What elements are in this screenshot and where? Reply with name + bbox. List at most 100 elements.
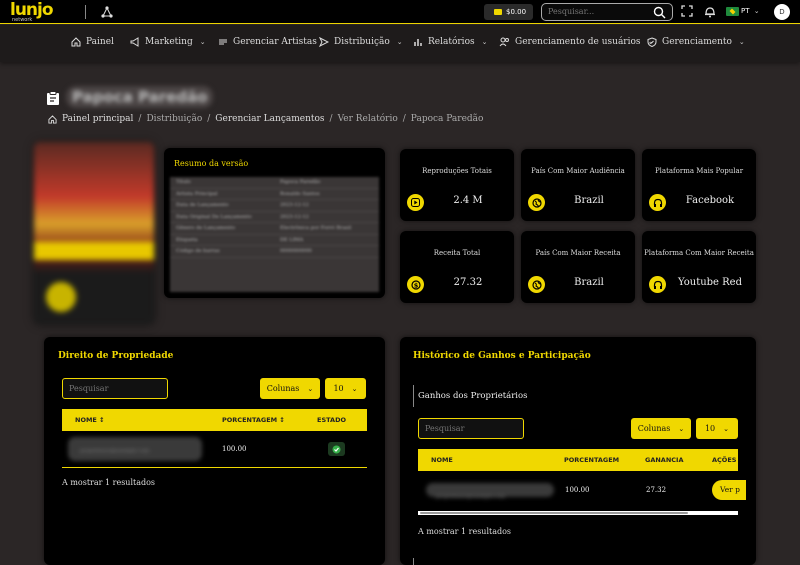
col-estado: ESTADO <box>317 416 347 424</box>
chevron-down-icon: ⌄ <box>481 38 488 46</box>
nav-gerenciar-artistas[interactable]: Gerenciar Artistas <box>218 37 317 47</box>
fullscreen-icon[interactable] <box>681 5 693 17</box>
table-row: Artista Principal Ronaldo Santos <box>170 189 379 200</box>
breadcrumb-ver-relatorio[interactable]: Ver Relatório <box>338 114 398 124</box>
earnings-search[interactable] <box>418 418 524 439</box>
columns-button[interactable]: Colunas ⌄ <box>631 418 691 439</box>
col-nome[interactable]: NOME <box>431 456 453 464</box>
brazil-flag-icon[interactable] <box>726 7 739 16</box>
megaphone-icon <box>130 37 139 47</box>
col-porcentagem[interactable]: PORCENTAGEM <box>564 456 619 464</box>
chevron-down-icon: ⌄ <box>753 7 760 15</box>
stat-top-platform: Plataforma Mais Popular Facebook <box>642 149 756 221</box>
page-size-value: 10 <box>333 384 344 393</box>
col-nome[interactable]: NOME ↕ <box>75 416 105 424</box>
music-icon <box>219 39 227 45</box>
divider <box>413 385 414 407</box>
nav-relatorios[interactable]: Relatórios ⌄ <box>413 37 487 47</box>
horizontal-scrollbar[interactable] <box>418 511 738 515</box>
chevron-down-icon: ⌄ <box>307 384 314 393</box>
earnings-search-input[interactable] <box>425 424 519 433</box>
earnings-percentage: 100.00 <box>565 486 590 494</box>
stat-label: Receita Total <box>433 249 481 257</box>
avatar[interactable]: D <box>774 4 790 20</box>
table-row: Etiqueta DE LIMA <box>170 235 379 246</box>
send-icon <box>319 37 329 47</box>
table-row: Código de barras 0000000000 <box>170 246 379 258</box>
language-selector[interactable]: PT ⌄ <box>741 7 760 15</box>
divider <box>413 558 414 565</box>
page-size-select[interactable]: 10 ⌄ <box>696 418 738 439</box>
ownership-search-input[interactable] <box>69 384 163 393</box>
breadcrumb-distribuicao[interactable]: Distribuição <box>146 114 202 124</box>
clipboard-icon <box>47 91 59 105</box>
logo[interactable]: lunjo <box>10 2 54 19</box>
nav-label: Marketing <box>145 37 193 47</box>
stat-top-revenue-platform: Plataforma Com Maior Receita Youtube Red <box>642 231 756 303</box>
col-ganancia[interactable]: GANANCIA <box>645 456 684 464</box>
col-porcentagem[interactable]: PORCENTAGEM ↕ <box>222 416 285 424</box>
ownership-search[interactable] <box>62 378 168 399</box>
earnings-history-panel: Histórico de Ganhos e Participação Ganho… <box>400 337 756 565</box>
shield-icon <box>647 37 657 47</box>
wallet-icon <box>494 9 502 15</box>
bar-chart-icon <box>414 39 422 46</box>
nav-label: Gerenciar Artistas <box>233 37 317 47</box>
top-bar: lunjo network $0.00 PT ⌄ D <box>0 0 800 24</box>
svg-text:$: $ <box>413 281 418 289</box>
home-icon[interactable] <box>48 114 57 124</box>
chevron-down-icon: ⌄ <box>723 424 730 433</box>
owner-percentage: 100.00 <box>222 445 247 453</box>
table-row: Data de Lançamento 2023-12-12 <box>170 200 379 212</box>
columns-label: Colunas <box>266 384 300 393</box>
global-search[interactable] <box>541 3 673 21</box>
table-row: proprietario@exemplo.com 100.00 27.32 Ve… <box>418 471 746 509</box>
chevron-down-icon: ⌄ <box>738 38 745 46</box>
chevron-down-icon: ⌄ <box>199 38 206 46</box>
breadcrumb-painel[interactable]: Painel principal <box>62 114 133 124</box>
page-title: Papoca Paredão <box>66 86 214 108</box>
breadcrumb-gerenciar-lancamentos[interactable]: Gerenciar Lançamentos <box>215 114 324 124</box>
ownership-table-header: NOME ↕ PORCENTAGEM ↕ ESTADO <box>62 409 367 431</box>
breadcrumb: Painel principal / Distribuição / Gerencia… <box>48 114 483 124</box>
stat-label: Reproduções Totais <box>422 167 492 175</box>
owner-name: proprietario@exemplo.com <box>68 437 202 461</box>
results-count: A mostrar 1 resultados <box>62 478 156 487</box>
chevron-down-icon: ⌄ <box>396 38 403 46</box>
nav-gerenciamento[interactable]: Gerenciamento ⌄ <box>647 37 745 47</box>
stat-value: Facebook <box>685 195 735 206</box>
language-code: PT <box>741 7 750 15</box>
nav-label: Gerenciamento de usuários <box>515 37 641 47</box>
page-size-select[interactable]: 10 ⌄ <box>325 378 366 399</box>
ownership-title: Direito de Propriedade <box>58 351 174 361</box>
logo-subtitle: network <box>12 17 33 23</box>
search-icon[interactable] <box>653 6 666 19</box>
stat-label: País Com Maior Audiência <box>531 167 625 175</box>
album-cover <box>34 142 154 324</box>
release-summary-table: Título Papoca Paredão Artista Principal Ro… <box>170 177 379 292</box>
table-row: Data Original De Lançamento 2023-12-12 <box>170 212 379 223</box>
main-nav: Painel Marketing ⌄ Gerenciar Artistas Dis… <box>0 25 800 62</box>
owner-name: proprietario@exemplo.com <box>426 483 554 500</box>
nav-gerenciamento-usuarios[interactable]: Gerenciamento de usuários ⌄ <box>499 37 653 47</box>
stat-top-revenue-country: País Com Maior Receita Brazil <box>521 231 635 303</box>
global-search-input[interactable] <box>548 7 648 16</box>
nav-label: Painel <box>86 37 114 47</box>
stat-total-revenue: Receita Total $ 27.32 <box>400 231 514 303</box>
bell-icon[interactable] <box>704 5 716 18</box>
stat-label: País Com Maior Receita <box>535 249 621 257</box>
nav-marketing[interactable]: Marketing ⌄ <box>130 37 206 47</box>
table-row: Gênero de Lançamento Electrônica por Forr… <box>170 223 379 235</box>
stat-value: Brazil <box>574 277 604 288</box>
earnings-gain: 27.32 <box>646 486 667 494</box>
balance-button[interactable]: $0.00 <box>484 4 533 20</box>
stat-value: Youtube Red <box>678 277 742 288</box>
table-row: proprietario@exemplo.com 100.00 <box>62 431 367 468</box>
stat-value: 2.4 M <box>453 195 483 206</box>
columns-button[interactable]: Colunas ⌄ <box>260 378 320 399</box>
network-icon[interactable] <box>100 5 114 19</box>
nav-painel[interactable]: Painel <box>71 37 114 47</box>
nav-distribuicao[interactable]: Distribuição ⌄ <box>319 37 403 47</box>
scrollbar-thumb[interactable] <box>420 512 688 514</box>
view-button[interactable]: Ver p <box>712 480 746 500</box>
